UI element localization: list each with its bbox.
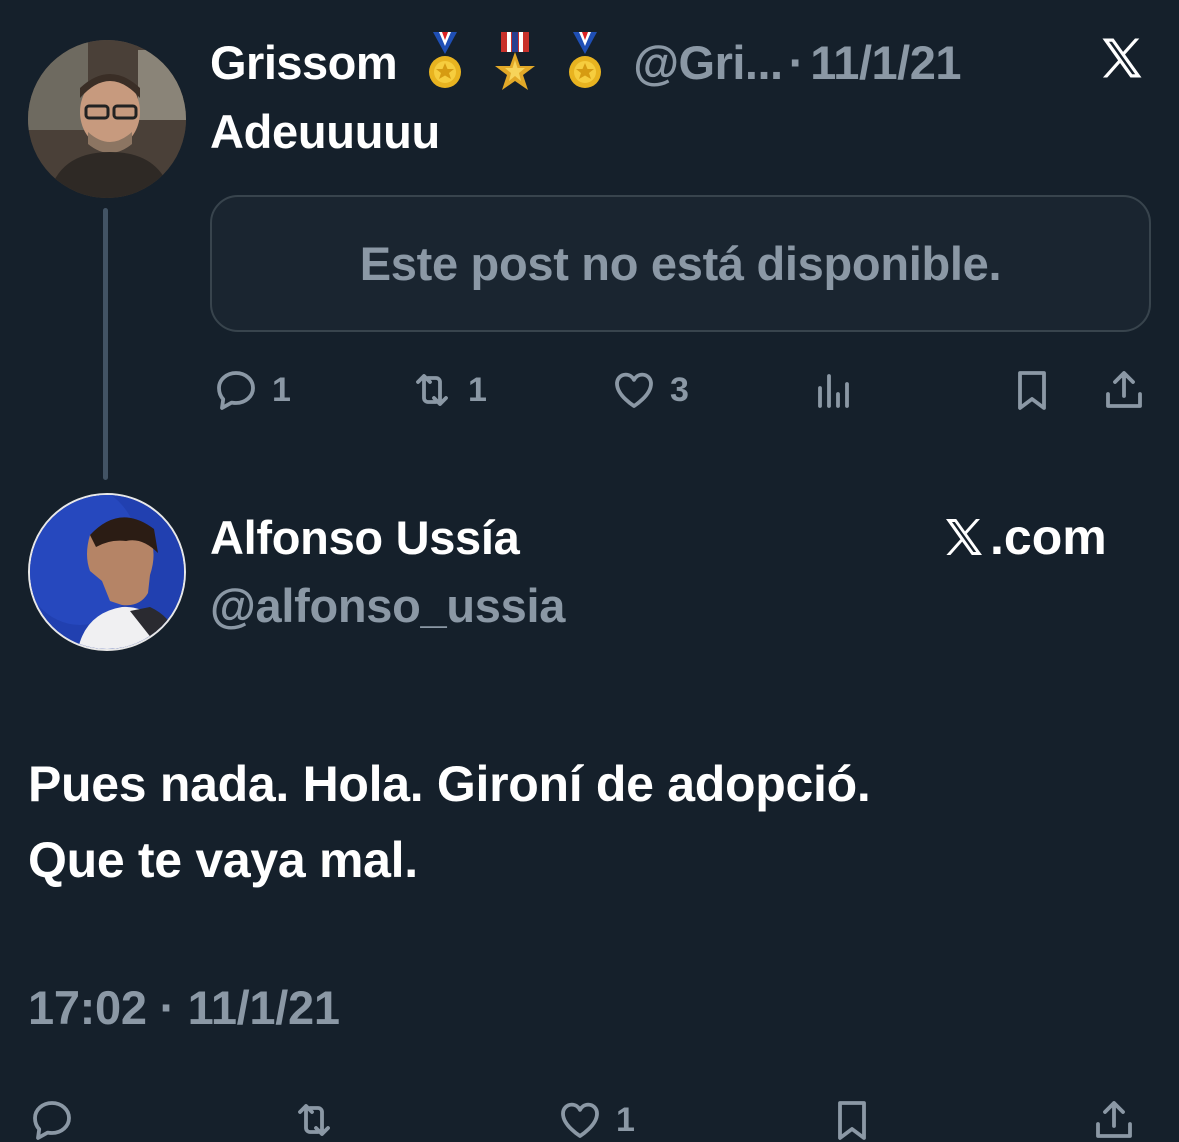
medal-icon	[429, 32, 462, 88]
share-button[interactable]	[1100, 362, 1148, 418]
tweet2-author-handle[interactable]: @alfonso_ussia	[210, 578, 565, 633]
tweet1-author-handle[interactable]: @Gri...	[633, 35, 783, 90]
repost-icon	[416, 374, 448, 406]
repost-icon	[298, 1104, 330, 1136]
grissom-avatar[interactable]	[28, 40, 186, 198]
tweet2-body: Pues nada. Hola. Gironí de adopció. Que …	[28, 746, 871, 898]
share-icon	[1106, 371, 1142, 408]
tweet-thread: Grissom @Gri... · 11/1/21 Adeuuuuu Este …	[0, 0, 1179, 1142]
medal-badges	[425, 32, 605, 92]
like-button[interactable]: 3	[610, 362, 689, 418]
unavailable-message: Este post no está disponible.	[359, 237, 1002, 290]
thread-connector-line	[103, 208, 108, 480]
alfonso-ussia-avatar[interactable]	[28, 493, 186, 651]
tweet1-author-name[interactable]: Grissom	[210, 35, 398, 90]
tweet2-timestamp[interactable]: 17:02 · 11/1/21	[28, 980, 340, 1035]
like-count: 3	[670, 370, 689, 409]
like-count: 1	[616, 1100, 635, 1139]
tweet1-actions: 1 1 3	[212, 362, 1152, 418]
alfonso-ussia-avatar-image	[30, 495, 184, 649]
tweet2-actions: 1	[28, 1092, 1152, 1142]
heart-icon	[615, 372, 653, 408]
like-button[interactable]: 1	[556, 1092, 635, 1142]
bookmark-button[interactable]	[1008, 362, 1056, 418]
reply-button[interactable]: 1	[212, 362, 291, 418]
tweet1-header: Grissom @Gri... · 11/1/21	[210, 32, 961, 92]
share-icon	[1096, 1101, 1132, 1138]
military-medal-icon	[495, 32, 536, 90]
reply-count: 1	[272, 370, 291, 409]
repost-count: 1	[468, 370, 487, 409]
quoted-post-unavailable: Este post no está disponible.	[210, 195, 1151, 332]
views-chart-icon	[818, 374, 849, 408]
reply-button[interactable]	[28, 1092, 76, 1142]
x-logo-icon	[1102, 38, 1142, 78]
bookmark-icon	[838, 1101, 866, 1140]
reply-icon	[217, 371, 255, 410]
heart-icon	[561, 1102, 599, 1138]
medal-icon	[569, 32, 602, 88]
tweet2-body-line: Que te vaya mal.	[28, 832, 418, 888]
x-com-source: .com	[940, 508, 1107, 566]
x-logo-icon	[946, 519, 982, 555]
share-button[interactable]	[1090, 1092, 1138, 1142]
repost-button[interactable]	[290, 1092, 338, 1142]
tweet1-text: Adeuuuuu	[210, 105, 440, 158]
reply-icon	[33, 1101, 71, 1140]
grissom-avatar-image	[28, 40, 186, 198]
bookmark-icon	[1018, 371, 1046, 410]
tweet2-body-line: Pues nada. Hola. Gironí de adopció.	[28, 756, 871, 812]
separator-dot: ·	[788, 35, 805, 89]
bookmark-button[interactable]	[828, 1092, 876, 1142]
tweet1-date[interactable]: 11/1/21	[810, 35, 961, 90]
x-com-text: .com	[990, 509, 1107, 565]
tweet2-author-name[interactable]: Alfonso Ussía	[210, 510, 520, 565]
views-button[interactable]	[810, 362, 858, 418]
repost-button[interactable]: 1	[408, 362, 487, 418]
